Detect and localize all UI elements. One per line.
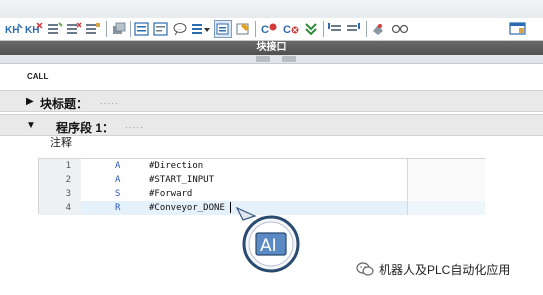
- operand[interactable]: #Forward: [149, 187, 192, 201]
- toolbar-separator: [130, 21, 131, 37]
- instruction[interactable]: A: [115, 173, 120, 187]
- breakpoint-icon[interactable]: [234, 20, 252, 38]
- view-icon[interactable]: [133, 20, 151, 38]
- toolbar-separator: [106, 21, 107, 37]
- magnifier-label: AI: [260, 236, 277, 256]
- code-line[interactable]: 3 S #Forward: [39, 187, 485, 201]
- splitter-grip-icon[interactable]: [282, 56, 296, 62]
- network-off-icon[interactable]: KH: [24, 20, 44, 38]
- properties-icon[interactable]: [190, 20, 212, 38]
- toolbar-separator: [255, 21, 256, 37]
- glasses-icon[interactable]: [390, 20, 410, 38]
- toolbar-strip: [0, 0, 543, 18]
- download-icon[interactable]: C: [281, 20, 301, 38]
- block-title-row[interactable]: ▶ 块标题： .....: [0, 90, 543, 112]
- call-area: CALL: [0, 64, 543, 88]
- call-label: CALL: [27, 72, 49, 81]
- line-number: 4: [65, 203, 71, 213]
- network-row[interactable]: ▼ 程序段 1： .....: [0, 114, 543, 136]
- delete-icon[interactable]: [65, 20, 83, 38]
- monitor-icon[interactable]: ...: [171, 20, 189, 38]
- block-title-placeholder[interactable]: .....: [100, 96, 119, 107]
- text-cursor: [230, 202, 231, 213]
- watch-icon[interactable]: C: [259, 20, 279, 38]
- line-comment-cell[interactable]: [407, 173, 485, 187]
- insert-icon[interactable]: [46, 20, 64, 38]
- line-comment-cell[interactable]: [407, 159, 485, 173]
- line-number: 1: [65, 161, 71, 171]
- operand[interactable]: #Direction: [149, 159, 203, 173]
- operand[interactable]: #START_INPUT: [149, 173, 214, 187]
- line-comment-cell[interactable]: [407, 187, 485, 201]
- comment-label[interactable]: 注释: [50, 134, 72, 150]
- instruction[interactable]: R: [115, 201, 120, 215]
- splitter-bar[interactable]: [0, 55, 543, 64]
- block-interface-icon[interactable]: [110, 20, 128, 38]
- line-number: 2: [65, 175, 71, 185]
- instruction[interactable]: S: [115, 187, 120, 201]
- svg-text:...: ...: [177, 26, 181, 32]
- svg-text:C: C: [283, 24, 291, 36]
- indent-icon[interactable]: [326, 20, 344, 38]
- clear-icon[interactable]: [84, 20, 102, 38]
- code-line[interactable]: 1 A #Direction: [39, 159, 485, 173]
- network-on-icon[interactable]: KH: [4, 20, 24, 38]
- outdent-icon[interactable]: [345, 20, 363, 38]
- autocomplete-magnifier-icon[interactable]: AI: [233, 206, 313, 276]
- comment-icon[interactable]: [152, 20, 170, 38]
- block-interface-bar[interactable]: 块接口: [0, 41, 543, 55]
- expand-down-icon[interactable]: ▼: [26, 120, 36, 131]
- watermark: 机器人及PLC自动化应用: [356, 260, 510, 278]
- highlight-icon[interactable]: [214, 20, 232, 38]
- toolbar-separator: [323, 21, 324, 37]
- layout-icon[interactable]: [508, 20, 528, 38]
- expand-icon[interactable]: [302, 20, 320, 38]
- code-line[interactable]: 2 A #START_INPUT: [39, 173, 485, 187]
- toolbar-separator: [366, 21, 367, 37]
- collapse-right-icon[interactable]: ▶: [26, 96, 34, 107]
- wechat-icon: [356, 262, 374, 276]
- operand[interactable]: #Conveyor_DONE: [149, 201, 225, 215]
- line-comment-cell[interactable]: [407, 201, 485, 215]
- block-title-label: 块标题：: [40, 97, 89, 111]
- line-number: 3: [65, 189, 71, 199]
- svg-text:KH: KH: [25, 25, 39, 36]
- splitter-grip-icon[interactable]: [256, 56, 270, 62]
- svg-text:KH: KH: [5, 25, 19, 36]
- network-title-placeholder[interactable]: .....: [125, 120, 144, 131]
- block-interface-title: 块接口: [256, 42, 287, 53]
- tag-icon[interactable]: [369, 20, 387, 38]
- watermark-text: 机器人及PLC自动化应用: [379, 262, 511, 277]
- instruction[interactable]: A: [115, 159, 120, 173]
- svg-text:C: C: [261, 24, 269, 36]
- editor-toolbar: KH KH ... C C: [0, 0, 543, 41]
